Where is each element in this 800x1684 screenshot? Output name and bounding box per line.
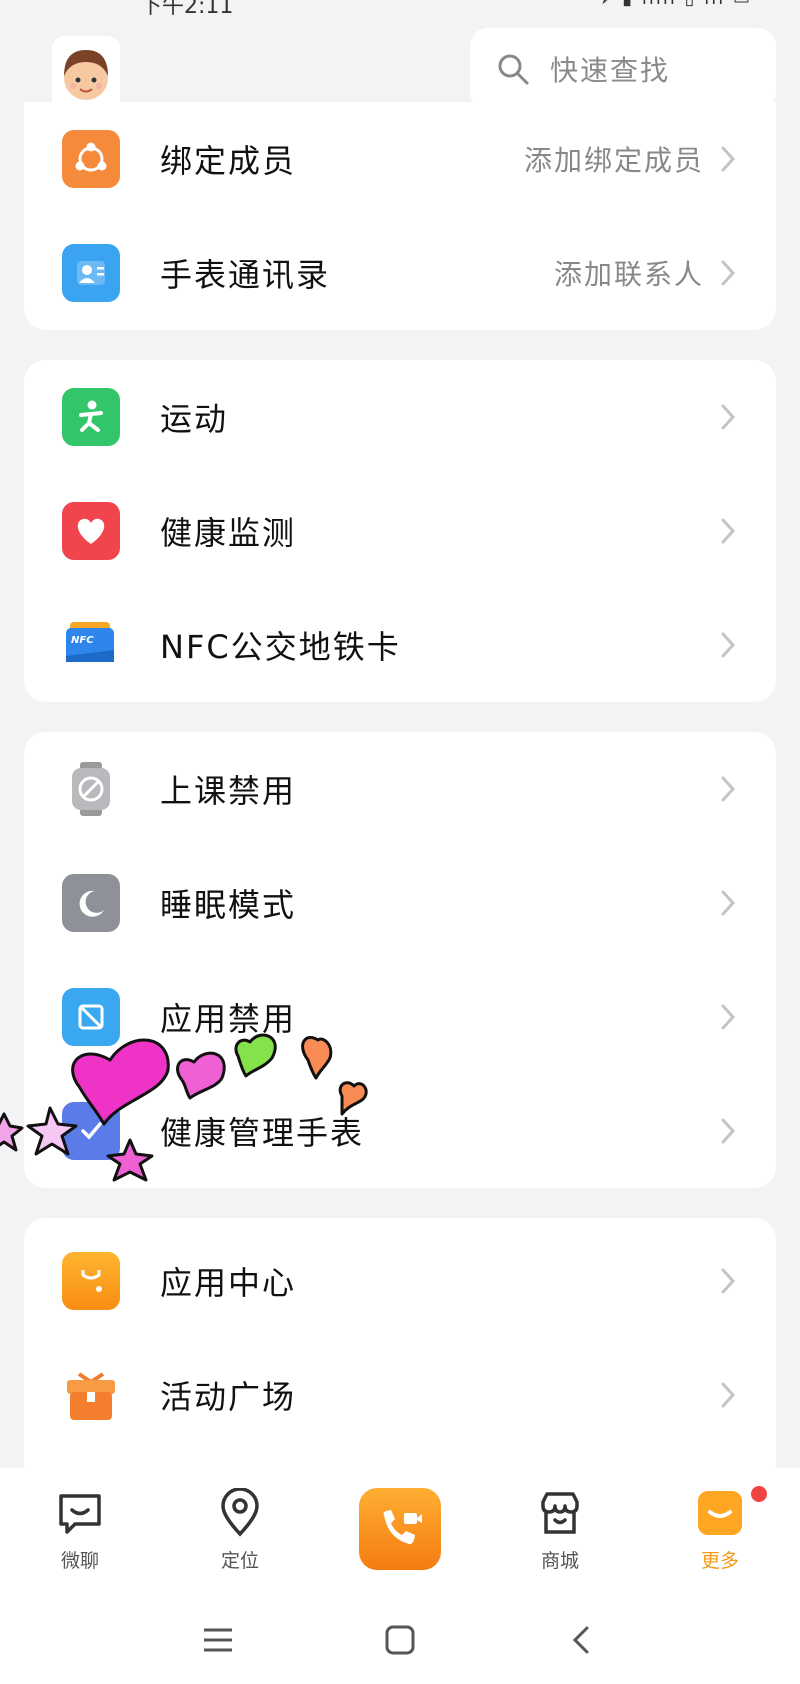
menu-icon[interactable] bbox=[198, 1620, 238, 1660]
row-watch-contacts[interactable]: 手表通讯录 添加联系人 bbox=[24, 216, 776, 330]
row-label: 健康监测 bbox=[160, 514, 297, 552]
search-box[interactable]: 快速查找 bbox=[470, 28, 776, 110]
row-app-disable[interactable]: 应用禁用 bbox=[24, 960, 776, 1074]
chevron-right-icon bbox=[721, 1004, 736, 1030]
row-value: 添加绑定成员 bbox=[523, 144, 704, 177]
row-app-center[interactable]: 应用中心 bbox=[24, 1224, 776, 1338]
row-activity-square[interactable]: 活动广场 bbox=[24, 1338, 776, 1452]
row-class-disable[interactable]: 上课禁用 bbox=[24, 732, 776, 846]
nav-store[interactable]: 商城 bbox=[505, 1488, 615, 1588]
row-sleep-mode[interactable]: 睡眠模式 bbox=[24, 846, 776, 960]
nav-chat[interactable]: 微聊 bbox=[25, 1488, 135, 1588]
service-card: 应用中心 活动广场 bbox=[24, 1218, 776, 1488]
health-watch-icon bbox=[62, 1102, 120, 1160]
video-call-icon bbox=[383, 1510, 422, 1545]
row-label: 睡眠模式 bbox=[160, 886, 297, 924]
row-label: 运动 bbox=[160, 400, 229, 438]
bind-card: 绑定成员 添加绑定成员 手表通讯录 添加联系人 bbox=[24, 102, 776, 330]
row-label: 活动广场 bbox=[160, 1378, 297, 1416]
row-health-monitor[interactable]: 健康监测 bbox=[24, 474, 776, 588]
nav-label: 更多 bbox=[700, 1550, 739, 1572]
row-health-watch[interactable]: 健康管理手表 bbox=[24, 1074, 776, 1188]
nav-location[interactable]: 定位 bbox=[185, 1488, 295, 1588]
nav-label: 定位 bbox=[220, 1550, 259, 1572]
row-label: 上课禁用 bbox=[160, 772, 297, 810]
members-icon bbox=[62, 130, 120, 188]
row-label: 应用禁用 bbox=[160, 1000, 297, 1038]
chat-icon bbox=[59, 1494, 101, 1534]
app-center-icon bbox=[62, 1252, 120, 1310]
chevron-right-icon bbox=[721, 146, 736, 172]
sport-icon bbox=[62, 388, 120, 446]
search-icon bbox=[498, 54, 529, 85]
row-label: 应用中心 bbox=[160, 1264, 297, 1302]
chevron-right-icon bbox=[721, 890, 736, 916]
chevron-right-icon bbox=[721, 404, 736, 430]
location-pin-icon bbox=[221, 1488, 259, 1537]
gift-icon bbox=[62, 1366, 120, 1424]
search-placeholder: 快速查找 bbox=[550, 54, 671, 87]
nfc-card-icon: NFC bbox=[62, 616, 120, 674]
status-bar: 下午2:11 ✈ ▮ ıllll ▯ ıll ▭ bbox=[0, 0, 800, 19]
contacts-icon bbox=[62, 244, 120, 302]
moon-icon bbox=[62, 874, 120, 932]
row-label: 手表通讯录 bbox=[160, 256, 331, 294]
system-nav-bar bbox=[0, 1598, 800, 1684]
chevron-right-icon bbox=[721, 1118, 736, 1144]
back-icon[interactable] bbox=[562, 1620, 602, 1660]
control-card: 上课禁用 睡眠模式 应用禁用 健康管理手表 bbox=[24, 732, 776, 1188]
row-label: 健康管理手表 bbox=[160, 1114, 365, 1152]
chevron-right-icon bbox=[721, 1268, 736, 1294]
row-bind-members[interactable]: 绑定成员 添加绑定成员 bbox=[24, 102, 776, 216]
nav-label: 微聊 bbox=[60, 1550, 99, 1572]
row-nfc-card[interactable]: NFC NFC公交地铁卡 bbox=[24, 588, 776, 702]
bottom-nav: 微聊 定位 商城 更多 bbox=[0, 1468, 800, 1598]
more-icon bbox=[698, 1491, 742, 1535]
chevron-right-icon bbox=[721, 632, 736, 658]
chevron-right-icon bbox=[721, 518, 736, 544]
status-indicators: ✈ ▮ ıllll ▯ ıll ▭ bbox=[597, 0, 752, 9]
chevron-right-icon bbox=[721, 1382, 736, 1408]
store-icon bbox=[541, 1492, 579, 1534]
app-disable-icon bbox=[62, 988, 120, 1046]
nav-more[interactable]: 更多 bbox=[665, 1486, 775, 1588]
notification-badge bbox=[751, 1486, 767, 1502]
chevron-right-icon bbox=[721, 260, 736, 286]
row-label: NFC公交地铁卡 bbox=[160, 628, 401, 666]
row-value: 添加联系人 bbox=[553, 258, 704, 291]
chevron-right-icon bbox=[721, 776, 736, 802]
nav-label: 商城 bbox=[540, 1550, 579, 1572]
row-label: 绑定成员 bbox=[160, 142, 297, 180]
svg-text:NFC: NFC bbox=[71, 635, 94, 646]
row-sport[interactable]: 运动 bbox=[24, 360, 776, 474]
health-card: 运动 健康监测 NFC NFC公交地铁卡 bbox=[24, 360, 776, 702]
heart-icon bbox=[62, 502, 120, 560]
video-call-button[interactable] bbox=[359, 1488, 441, 1570]
home-icon[interactable] bbox=[380, 1620, 420, 1660]
class-disable-icon bbox=[62, 760, 120, 818]
